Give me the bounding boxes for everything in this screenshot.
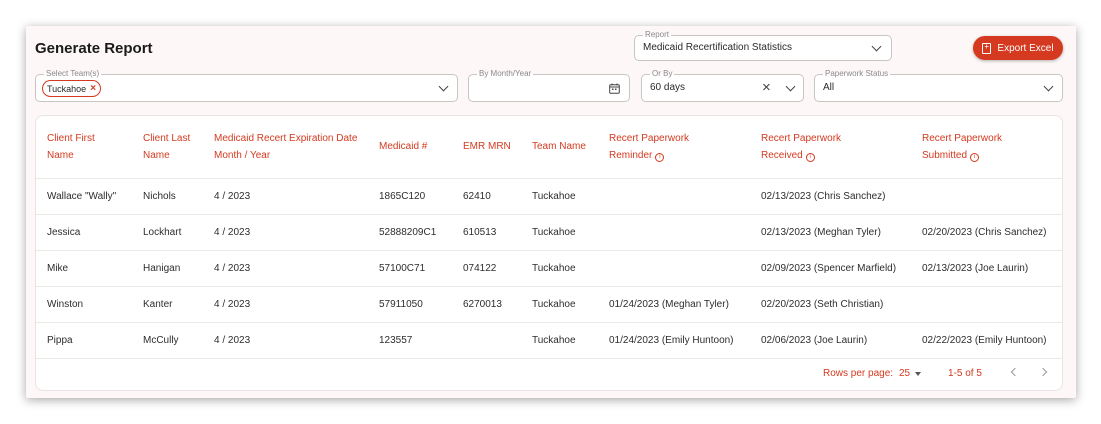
cell-client-last: McCully — [132, 322, 203, 359]
file-add-icon — [982, 42, 992, 54]
chevron-down-icon — [438, 81, 449, 92]
chevron-down-icon — [871, 41, 882, 52]
col-header-client-last[interactable]: Client Last Name — [132, 116, 203, 179]
month-year-field[interactable]: By Month/Year — [468, 69, 630, 102]
cell-recert-expiration: 4 / 2023 — [203, 214, 368, 251]
export-excel-label: Export Excel — [997, 42, 1054, 54]
team-select-label: Select Team(s) — [44, 69, 102, 79]
paperwork-status-value: All — [823, 82, 835, 93]
cell-paperwork-reminder: 01/24/2023 (Emily Huntoon) — [598, 322, 750, 359]
cell-medicaid-number: 57911050 — [368, 286, 452, 323]
col-header-emr-mrn[interactable]: EMR MRN — [452, 116, 521, 179]
cell-team-name: Tuckahoe — [521, 178, 598, 215]
report-card: Generate Report Report Medicaid Recertif… — [26, 26, 1076, 398]
col-header-paperwork-received[interactable]: Recert Paperwork Received i — [750, 116, 911, 179]
clear-icon[interactable]: × — [762, 79, 771, 96]
cell-paperwork-received: 02/13/2023 (Meghan Tyler) — [750, 214, 911, 251]
info-icon[interactable]: i — [970, 152, 980, 162]
pagination: Rows per page: 25 1-5 of 5 — [36, 356, 1062, 390]
col-header-paperwork-reminder[interactable]: Recert Paperwork Reminder i — [598, 116, 750, 179]
table-row[interactable]: Mike Hanigan 4 / 2023 57100C71 074122 Tuckaho… — [36, 250, 1062, 287]
paperwork-status-label: Paperwork Status — [823, 69, 891, 79]
cell-paperwork-submitted: 02/13/2023 (Joe Laurin) — [911, 250, 1062, 287]
cell-paperwork-received: 02/06/2023 (Joe Laurin) — [750, 322, 911, 359]
paperwork-status-select[interactable]: Paperwork Status All — [814, 69, 1063, 102]
or-by-label: Or By — [650, 69, 675, 79]
cell-client-first: Jessica — [36, 214, 132, 251]
chevron-down-icon — [785, 81, 796, 92]
cell-client-last: Nichols — [132, 178, 203, 215]
cell-emr-mrn: 6270013 — [452, 286, 521, 323]
cell-team-name: Tuckahoe — [521, 214, 598, 251]
team-select[interactable]: Select Team(s) Tuckahoe × — [35, 69, 458, 102]
cell-client-first: Pippa — [36, 322, 132, 359]
cell-client-last: Lockhart — [132, 214, 203, 251]
report-select[interactable]: Report Medicaid Recertification Statisti… — [634, 30, 892, 61]
table-row[interactable]: Jessica Lockhart 4 / 2023 52888209C1 610513 T… — [36, 214, 1062, 251]
report-label: Report — [643, 30, 672, 40]
month-year-label: By Month/Year — [477, 69, 534, 79]
cell-paperwork-submitted: 02/22/2023 (Emily Huntoon) — [911, 322, 1062, 359]
caret-down-icon[interactable] — [915, 372, 921, 376]
cell-emr-mrn — [452, 322, 521, 359]
col-header-paperwork-submitted[interactable]: Recert Paperwork Submitted i — [911, 116, 1062, 179]
close-icon[interactable]: × — [90, 83, 96, 94]
team-chip-label: Tuckahoe — [47, 83, 87, 94]
or-by-value: 60 days — [650, 82, 686, 93]
cell-paperwork-received: 02/20/2023 (Seth Christian) — [750, 286, 911, 323]
page-title: Generate Report — [35, 40, 153, 57]
cell-client-first: Mike — [36, 250, 132, 287]
table-row[interactable]: Pippa McCully 4 / 2023 123557 Tuckahoe 01/24/… — [36, 322, 1062, 359]
col-header-team-name[interactable]: Team Name — [521, 116, 598, 179]
cell-client-last: Kanter — [132, 286, 203, 323]
cell-client-first: Winston — [36, 286, 132, 323]
cell-recert-expiration: 4 / 2023 — [203, 250, 368, 287]
col-header-medicaid-number[interactable]: Medicaid # — [368, 116, 452, 179]
cell-paperwork-reminder — [598, 214, 750, 251]
table-header-row: Client First Name Client Last Name Medicai… — [36, 116, 1062, 179]
cell-team-name: Tuckahoe — [521, 250, 598, 287]
cell-emr-mrn: 074122 — [452, 250, 521, 287]
cell-paperwork-reminder: 01/24/2023 (Meghan Tyler) — [598, 286, 750, 323]
cell-client-first: Wallace "Wally" — [36, 178, 132, 215]
cell-client-last: Hanigan — [132, 250, 203, 287]
cell-emr-mrn: 610513 — [452, 214, 521, 251]
cell-medicaid-number: 123557 — [368, 322, 452, 359]
cell-paperwork-received: 02/09/2023 (Spencer Marfield) — [750, 250, 911, 287]
cell-paperwork-received: 02/13/2023 (Chris Sanchez) — [750, 178, 911, 215]
cell-paperwork-submitted — [911, 286, 1062, 323]
cell-medicaid-number: 52888209C1 — [368, 214, 452, 251]
calendar-icon[interactable] — [609, 83, 620, 94]
rows-per-page-select[interactable]: 25 — [899, 368, 910, 379]
export-excel-button[interactable]: Export Excel — [973, 36, 1063, 60]
report-table: Client First Name Client Last Name Medicai… — [36, 116, 1062, 359]
cell-recert-expiration: 4 / 2023 — [203, 322, 368, 359]
cell-medicaid-number: 1865C120 — [368, 178, 452, 215]
cell-team-name: Tuckahoe — [521, 286, 598, 323]
cell-paperwork-submitted: 02/20/2023 (Chris Sanchez) — [911, 214, 1062, 251]
table-row[interactable]: Wallace "Wally" Nichols 4 / 2023 1865C120 62… — [36, 178, 1062, 215]
previous-page-icon[interactable] — [1010, 367, 1020, 377]
cell-emr-mrn: 62410 — [452, 178, 521, 215]
report-table-container: Client First Name Client Last Name Medicai… — [35, 115, 1063, 391]
or-by-select[interactable]: Or By 60 days × — [641, 69, 804, 102]
cell-paperwork-reminder — [598, 250, 750, 287]
info-icon[interactable]: i — [655, 152, 665, 162]
team-chip[interactable]: Tuckahoe × — [42, 80, 102, 97]
cell-recert-expiration: 4 / 2023 — [203, 178, 368, 215]
rows-per-page-label: Rows per page: — [823, 368, 894, 379]
cell-paperwork-submitted — [911, 178, 1062, 215]
cell-recert-expiration: 4 / 2023 — [203, 286, 368, 323]
info-icon[interactable]: i — [805, 152, 815, 162]
col-header-recert-expiration[interactable]: Medicaid Recert Expiration Date Month / Y… — [203, 116, 368, 179]
page-range: 1-5 of 5 — [948, 368, 982, 379]
cell-paperwork-reminder — [598, 178, 750, 215]
report-value: Medicaid Recertification Statistics — [643, 42, 792, 53]
cell-team-name: Tuckahoe — [521, 322, 598, 359]
chevron-down-icon — [1043, 81, 1054, 92]
col-header-client-first[interactable]: Client First Name — [36, 116, 132, 179]
cell-medicaid-number: 57100C71 — [368, 250, 452, 287]
table-row[interactable]: Winston Kanter 4 / 2023 57911050 6270013 Tuck… — [36, 286, 1062, 323]
next-page-icon[interactable] — [1038, 367, 1048, 377]
